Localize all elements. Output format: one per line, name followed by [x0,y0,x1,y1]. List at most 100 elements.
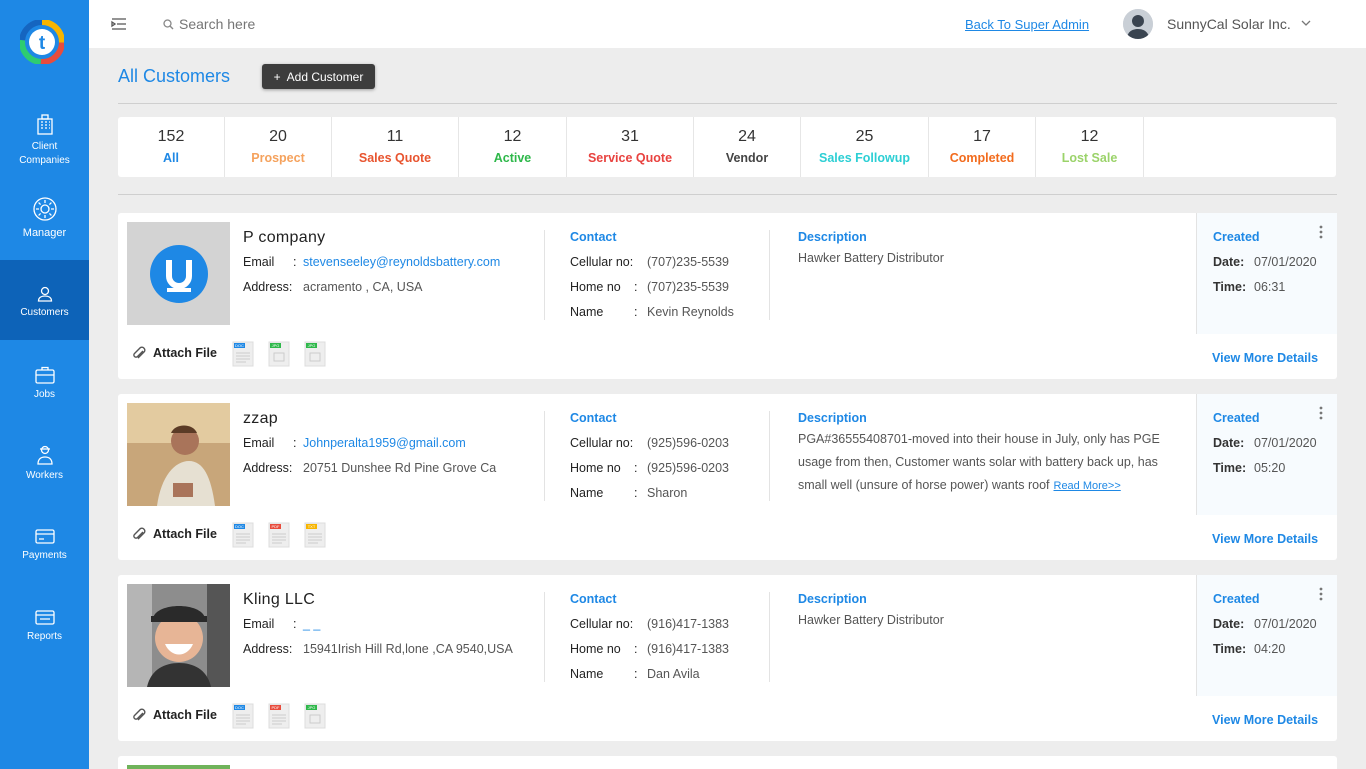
customer-name[interactable]: zzap [243,410,278,428]
file-type-label: JPG [272,343,280,348]
doc-file-icon[interactable]: DOC [232,522,254,548]
stat-completed[interactable]: 17 Completed [929,117,1036,177]
cellular-label: Cellular no: [570,255,634,269]
customer-name[interactable]: P company [243,229,325,247]
stat-lost-sale[interactable]: 12 Lost Sale [1036,117,1144,177]
home-label: Home no [570,280,621,294]
attach-file-label: Attach File [153,708,217,722]
more-options-icon[interactable] [1319,225,1323,239]
time-value: 04:20 [1254,642,1286,656]
cellular-row: Cellular no: (925)596-0203 [570,436,729,450]
user-avatar-icon [1123,9,1153,39]
sidebar-item-reports[interactable]: Reports [0,608,89,648]
search-icon [163,18,174,29]
avatar[interactable] [1123,9,1153,39]
attach-file-button[interactable]: Attach File [131,707,217,723]
back-to-super-admin-link[interactable]: Back To Super Admin [965,17,1089,32]
jpg-file-icon[interactable]: JPG [304,341,326,367]
name-row: Name: Sharon [570,486,688,500]
page-title: All Customers [118,66,231,86]
cellular-label: Cellular no: [570,617,634,631]
time-label: Time: [1213,642,1247,656]
stat-prospect[interactable]: 20 Prospect [225,117,332,177]
customer-photo [127,584,230,687]
stat-label: All [163,151,179,165]
cellular-label: Cellular no: [570,436,634,450]
sidebar-item-jobs[interactable]: Jobs [0,366,89,406]
stat-count: 12 [503,128,522,145]
doc-file-icon[interactable]: DOC [232,703,254,729]
company-name[interactable]: SunnyCal Solar Inc. [1167,16,1291,32]
view-more-details-link[interactable]: View More Details [1212,532,1318,546]
stat-service-quote[interactable]: 31 Service Quote [567,117,694,177]
time-label: Time: [1213,280,1247,294]
date-label: Date: [1213,436,1245,450]
address-row: Address: 15941Irish Hill Rd,lone ,CA 9540… [243,642,513,656]
txt-file-icon[interactable]: TXT [304,522,326,548]
read-more-link[interactable]: Read More>> [1054,480,1121,492]
stat-count: 20 [269,128,287,145]
email-value[interactable]: stevenseeley@reynoldsbattery.com [303,255,500,269]
app-logo[interactable]: t [20,20,64,64]
menu-toggle-icon[interactable] [111,16,127,32]
top-bar: Back To Super Admin SunnyCal Solar Inc. [89,0,1366,48]
search-input[interactable] [179,16,379,32]
file-type-label: TXT [308,524,316,529]
stat-sales-followup[interactable]: 25 Sales Followup [801,117,929,177]
sidebar-item-workers[interactable]: Workers [0,445,89,485]
email-value[interactable]: Johnperalta1959@gmail.com [303,436,466,450]
stat-count: 12 [1080,128,1099,145]
sidebar-item-manager[interactable]: Manager [0,196,89,256]
view-more-details-link[interactable]: View More Details [1212,713,1318,727]
divider [544,411,545,501]
address-label: Address: [243,642,293,656]
person-photo-icon [127,403,230,506]
doc-file-icon[interactable]: DOC [232,341,254,367]
pdf-file-icon[interactable]: PDF [268,522,290,548]
status-filter-bar: 152 All 20 Prospect 11 Sales Quote 12 Active… [118,117,1336,177]
jpg-file-icon[interactable]: JPG [304,703,326,729]
chevron-down-icon[interactable] [1301,19,1311,27]
jpg-file-icon[interactable]: JPG [268,341,290,367]
cellular-value: (707)235-5539 [647,255,730,269]
attach-file-button[interactable]: Attach File [131,345,217,361]
email-row: Email: _ _ [243,617,321,631]
svg-text:t: t [39,33,46,54]
sidebar-item-client-companies[interactable]: Client Companies [0,114,89,174]
file-type-label: PDF [272,705,281,710]
name-row: Name: Dan Avila [570,667,700,681]
more-options-icon[interactable] [1319,406,1323,420]
add-customer-label: Add Customer [286,69,364,84]
time-row: Time: 05:20 [1213,461,1285,475]
workers-icon [36,445,53,465]
customer-name[interactable]: Kling LLC [243,591,315,609]
created-heading: Created [1213,592,1260,606]
contact-heading: Contact [570,411,617,425]
sidebar-item-customers[interactable]: Customers [0,260,89,340]
address-label: Address: [243,280,293,294]
stat-sales-quote[interactable]: 11 Sales Quote [332,117,459,177]
stat-count: 17 [973,128,991,145]
stat-all[interactable]: 152 All [118,117,225,177]
customer-photo [127,765,230,769]
file-type-label: DOC [235,343,244,348]
more-options-icon[interactable] [1319,587,1323,601]
stat-vendor[interactable]: 24 Vendor [694,117,801,177]
home-value: (916)417-1383 [647,642,730,656]
attach-file-label: Attach File [153,346,217,360]
attach-file-button[interactable]: Attach File [131,526,217,542]
sidebar-item-payments[interactable]: Payments [0,527,89,567]
add-customer-button[interactable]: + Add Customer [262,64,375,89]
sidebar-item-label: Payments [22,550,67,561]
stat-active[interactable]: 12 Active [459,117,567,177]
description-block: PGA#36555408701-moved into their house i… [798,428,1183,498]
email-value[interactable]: _ _ [303,617,320,631]
gear-icon [32,197,57,221]
cellular-value: (916)417-1383 [647,617,730,631]
view-more-details-link[interactable]: View More Details [1212,351,1318,365]
customer-avatar [127,222,230,325]
building-icon [36,114,53,135]
sidebar-item-label: Reports [26,631,62,642]
address-row: Address: 20751 Dunshee Rd Pine Grove Ca [243,461,496,475]
pdf-file-icon[interactable]: PDF [268,703,290,729]
